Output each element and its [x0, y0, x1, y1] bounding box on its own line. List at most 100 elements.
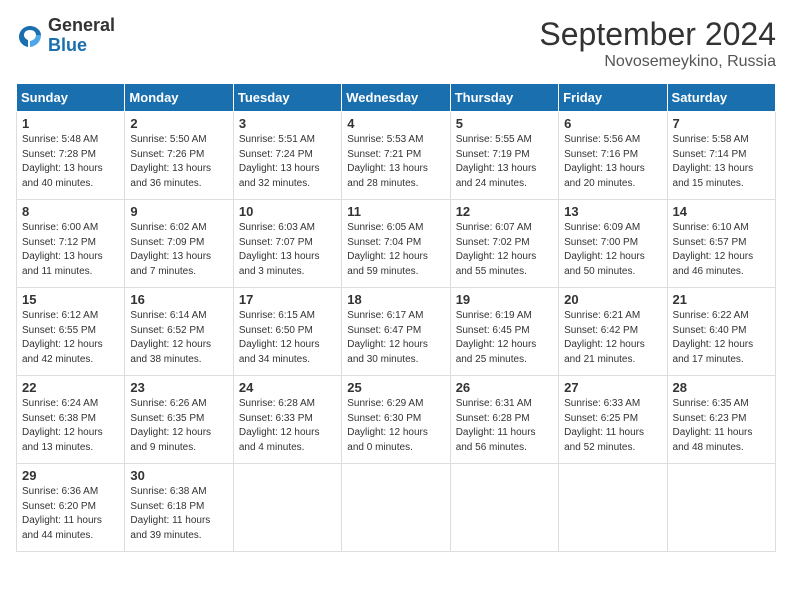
day-info: Sunrise: 6:17 AMSunset: 6:47 PMDaylight:…: [347, 309, 444, 367]
day-info: Sunrise: 6:22 AMSunset: 6:40 PMDaylight:…: [673, 309, 770, 367]
day-number: 20: [564, 292, 661, 307]
table-row: 11 Sunrise: 6:05 AMSunset: 7:04 PMDayligh…: [342, 200, 450, 288]
col-sunday: Sunday: [17, 84, 125, 112]
day-info: Sunrise: 5:58 AMSunset: 7:14 PMDaylight:…: [673, 133, 770, 191]
table-row: 10Sunrise: 6:03 AMSunset: 7:07 PMDayligh…: [233, 200, 341, 288]
day-number: 26: [456, 380, 553, 395]
day-number: 28: [673, 380, 770, 395]
day-info: Sunrise: 5:51 AMSunset: 7:24 PMDaylight:…: [239, 133, 336, 191]
table-row: 27Sunrise: 6:33 AMSunset: 6:25 PMDayligh…: [559, 376, 667, 464]
day-info: Sunrise: 6:29 AMSunset: 6:30 PMDaylight:…: [347, 397, 444, 455]
table-row: 1Sunrise: 5:48 AMSunset: 7:28 PMDaylight…: [17, 112, 125, 200]
calendar-week-2: 8 Sunrise: 6:00 AMSunset: 7:12 PMDaylight…: [17, 200, 776, 288]
table-row: 15 Sunrise: 6:12 AMSunset: 6:55 PMDayligh…: [17, 288, 125, 376]
table-row: 30 Sunrise: 6:38 AMSunset: 6:18 PMDayligh…: [125, 464, 233, 552]
table-row: 16Sunrise: 6:14 AMSunset: 6:52 PMDayligh…: [125, 288, 233, 376]
day-number: 17: [239, 292, 336, 307]
calendar-header-row: Sunday Monday Tuesday Wednesday Thursday…: [17, 84, 776, 112]
col-friday: Friday: [559, 84, 667, 112]
col-saturday: Saturday: [667, 84, 775, 112]
day-info: Sunrise: 6:31 AMSunset: 6:28 PMDaylight:…: [456, 397, 553, 455]
day-info: Sunrise: 6:19 AMSunset: 6:45 PMDaylight:…: [456, 309, 553, 367]
day-info: Sunrise: 6:21 AMSunset: 6:42 PMDaylight:…: [564, 309, 661, 367]
day-number: 13: [564, 204, 661, 219]
table-row: 20 Sunrise: 6:21 AMSunset: 6:42 PMDayligh…: [559, 288, 667, 376]
logo: General Blue: [16, 16, 115, 56]
day-info: Sunrise: 6:10 AMSunset: 6:57 PMDaylight:…: [673, 221, 770, 279]
table-row: 2 Sunrise: 5:50 AMSunset: 7:26 PMDaylight…: [125, 112, 233, 200]
day-info: Sunrise: 6:05 AMSunset: 7:04 PMDaylight:…: [347, 221, 444, 279]
logo-text: General Blue: [48, 16, 115, 56]
day-number: 15: [22, 292, 119, 307]
day-info: Sunrise: 6:36 AMSunset: 6:20 PMDaylight:…: [22, 485, 119, 543]
table-row: 13 Sunrise: 6:09 AMSunset: 7:00 PMDayligh…: [559, 200, 667, 288]
table-row: [667, 464, 775, 552]
table-row: 3 Sunrise: 5:51 AMSunset: 7:24 PMDaylight…: [233, 112, 341, 200]
day-number: 21: [673, 292, 770, 307]
day-info: Sunrise: 5:53 AMSunset: 7:21 PMDaylight:…: [347, 133, 444, 191]
calendar-week-4: 22Sunrise: 6:24 AMSunset: 6:38 PMDayligh…: [17, 376, 776, 464]
calendar: Sunday Monday Tuesday Wednesday Thursday…: [16, 83, 776, 552]
table-row: 29 Sunrise: 6:36 AMSunset: 6:20 PMDayligh…: [17, 464, 125, 552]
day-info: Sunrise: 6:26 AMSunset: 6:35 PMDaylight:…: [130, 397, 227, 455]
day-info: Sunrise: 6:28 AMSunset: 6:33 PMDaylight:…: [239, 397, 336, 455]
table-row: 7 Sunrise: 5:58 AMSunset: 7:14 PMDaylight…: [667, 112, 775, 200]
day-number: 12: [456, 204, 553, 219]
table-row: 25 Sunrise: 6:29 AMSunset: 6:30 PMDayligh…: [342, 376, 450, 464]
day-number: 2: [130, 116, 227, 131]
table-row: [450, 464, 558, 552]
table-row: 26 Sunrise: 6:31 AMSunset: 6:28 PMDayligh…: [450, 376, 558, 464]
day-info: Sunrise: 6:00 AMSunset: 7:12 PMDaylight:…: [22, 221, 119, 279]
day-number: 29: [22, 468, 119, 483]
logo-icon: [16, 22, 44, 50]
day-info: Sunrise: 5:50 AMSunset: 7:26 PMDaylight:…: [130, 133, 227, 191]
day-number: 9: [130, 204, 227, 219]
table-row: 22Sunrise: 6:24 AMSunset: 6:38 PMDayligh…: [17, 376, 125, 464]
calendar-week-3: 15 Sunrise: 6:12 AMSunset: 6:55 PMDayligh…: [17, 288, 776, 376]
day-info: Sunrise: 5:55 AMSunset: 7:19 PMDaylight:…: [456, 133, 553, 191]
logo-blue: Blue: [48, 36, 115, 56]
table-row: 6Sunrise: 5:56 AMSunset: 7:16 PMDaylight…: [559, 112, 667, 200]
table-row: 5 Sunrise: 5:55 AMSunset: 7:19 PMDaylight…: [450, 112, 558, 200]
day-number: 18: [347, 292, 444, 307]
day-number: 19: [456, 292, 553, 307]
logo-general: General: [48, 16, 115, 36]
table-row: 19 Sunrise: 6:19 AMSunset: 6:45 PMDayligh…: [450, 288, 558, 376]
title-block: September 2024 Novosemeykino, Russia: [539, 16, 776, 71]
day-number: 6: [564, 116, 661, 131]
day-info: Sunrise: 6:38 AMSunset: 6:18 PMDaylight:…: [130, 485, 227, 543]
day-number: 23: [130, 380, 227, 395]
day-info: Sunrise: 6:09 AMSunset: 7:00 PMDaylight:…: [564, 221, 661, 279]
day-info: Sunrise: 6:07 AMSunset: 7:02 PMDaylight:…: [456, 221, 553, 279]
table-row: 8 Sunrise: 6:00 AMSunset: 7:12 PMDaylight…: [17, 200, 125, 288]
day-number: 14: [673, 204, 770, 219]
day-number: 24: [239, 380, 336, 395]
day-number: 3: [239, 116, 336, 131]
table-row: [342, 464, 450, 552]
table-row: 24 Sunrise: 6:28 AMSunset: 6:33 PMDayligh…: [233, 376, 341, 464]
table-row: 4Sunrise: 5:53 AMSunset: 7:21 PMDaylight…: [342, 112, 450, 200]
day-number: 8: [22, 204, 119, 219]
table-row: 28 Sunrise: 6:35 AMSunset: 6:23 PMDayligh…: [667, 376, 775, 464]
day-info: Sunrise: 6:35 AMSunset: 6:23 PMDaylight:…: [673, 397, 770, 455]
day-number: 22: [22, 380, 119, 395]
day-number: 16: [130, 292, 227, 307]
day-number: 11: [347, 204, 444, 219]
location: Novosemeykino, Russia: [539, 53, 776, 71]
day-info: Sunrise: 6:12 AMSunset: 6:55 PMDaylight:…: [22, 309, 119, 367]
table-row: 9 Sunrise: 6:02 AMSunset: 7:09 PMDaylight…: [125, 200, 233, 288]
table-row: 12 Sunrise: 6:07 AMSunset: 7:02 PMDayligh…: [450, 200, 558, 288]
day-number: 7: [673, 116, 770, 131]
table-row: 17Sunrise: 6:15 AMSunset: 6:50 PMDayligh…: [233, 288, 341, 376]
table-row: 21 Sunrise: 6:22 AMSunset: 6:40 PMDayligh…: [667, 288, 775, 376]
day-number: 1: [22, 116, 119, 131]
day-number: 5: [456, 116, 553, 131]
col-tuesday: Tuesday: [233, 84, 341, 112]
col-wednesday: Wednesday: [342, 84, 450, 112]
day-info: Sunrise: 6:02 AMSunset: 7:09 PMDaylight:…: [130, 221, 227, 279]
day-number: 25: [347, 380, 444, 395]
col-monday: Monday: [125, 84, 233, 112]
month-title: September 2024: [539, 16, 776, 53]
day-number: 30: [130, 468, 227, 483]
day-number: 27: [564, 380, 661, 395]
